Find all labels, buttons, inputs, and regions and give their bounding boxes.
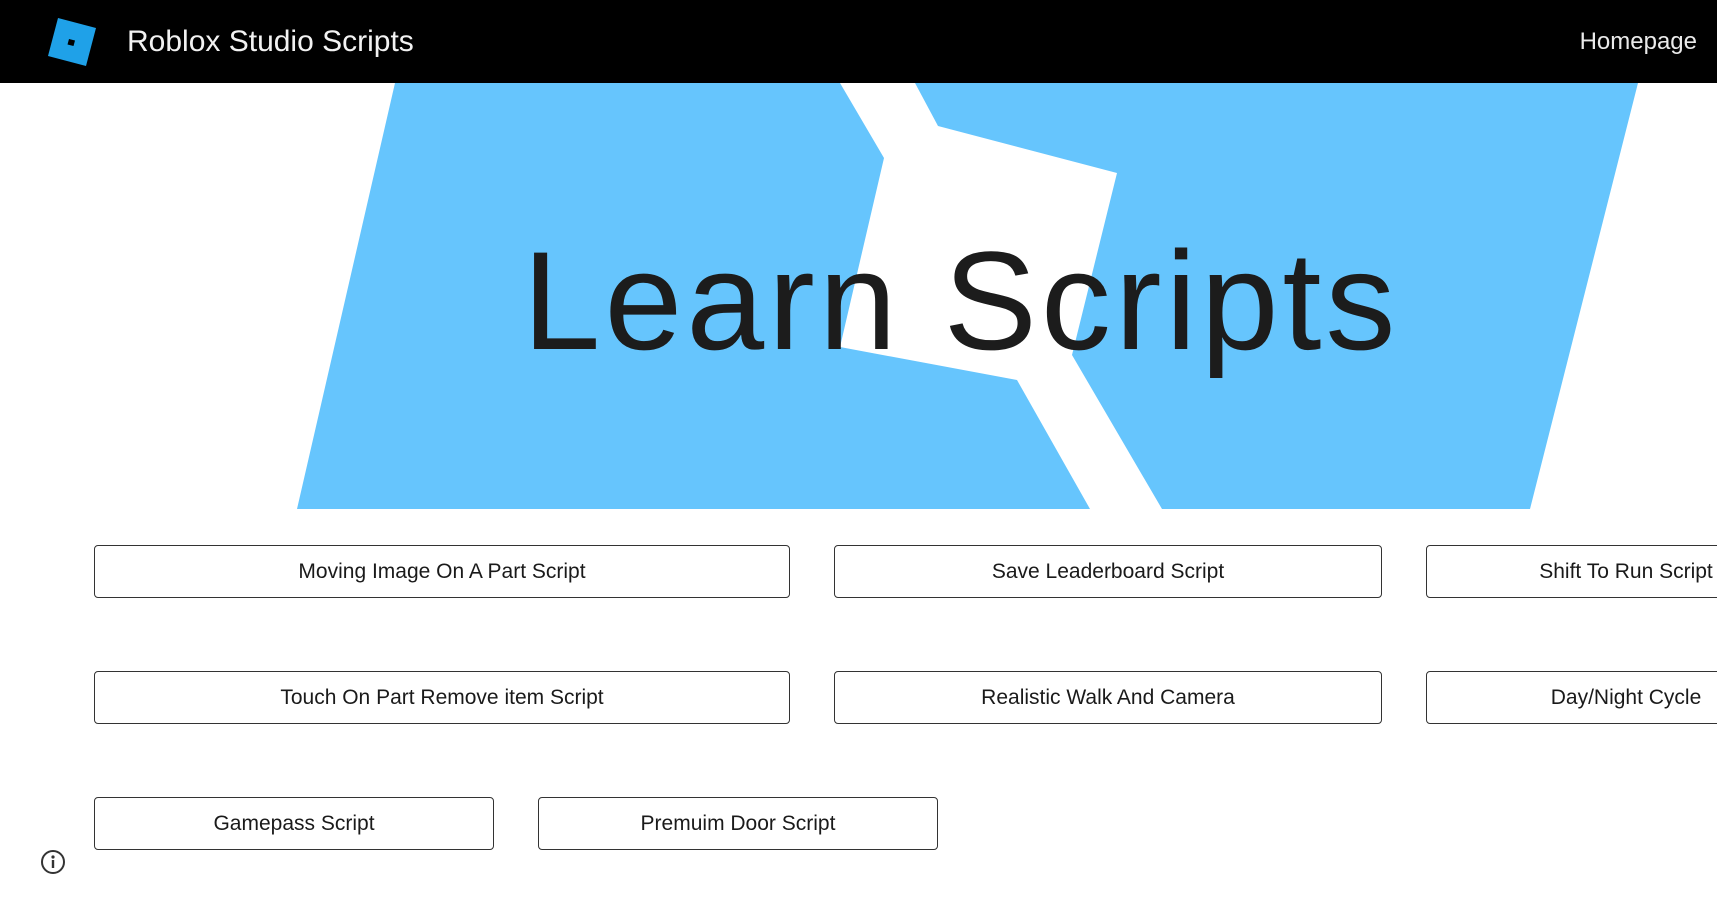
nav-homepage-link[interactable]: Homepage	[1580, 25, 1697, 59]
info-icon[interactable]	[40, 849, 66, 875]
script-button-day-night-cycle[interactable]: Day/Night Cycle	[1426, 671, 1717, 724]
hero-banner: Learn Scripts	[0, 83, 1717, 509]
script-button-gamepass[interactable]: Gamepass Script	[94, 797, 494, 850]
script-button-realistic-walk[interactable]: Realistic Walk And Camera	[834, 671, 1382, 724]
script-button-touch-remove-item[interactable]: Touch On Part Remove item Script	[94, 671, 790, 724]
roblox-logo-icon[interactable]	[48, 18, 96, 66]
page: Roblox Studio Scripts Homepage Learn Scr…	[0, 0, 1717, 912]
script-button-moving-image[interactable]: Moving Image On A Part Script	[94, 545, 790, 598]
script-button-premium-door[interactable]: Premuim Door Script	[538, 797, 938, 850]
hero-title: Learn Scripts	[522, 222, 1400, 379]
top-navigation-bar: Roblox Studio Scripts Homepage	[0, 0, 1717, 83]
script-button-shift-to-run[interactable]: Shift To Run Script	[1426, 545, 1717, 598]
site-title[interactable]: Roblox Studio Scripts	[127, 22, 414, 62]
script-button-save-leaderboard[interactable]: Save Leaderboard Script	[834, 545, 1382, 598]
